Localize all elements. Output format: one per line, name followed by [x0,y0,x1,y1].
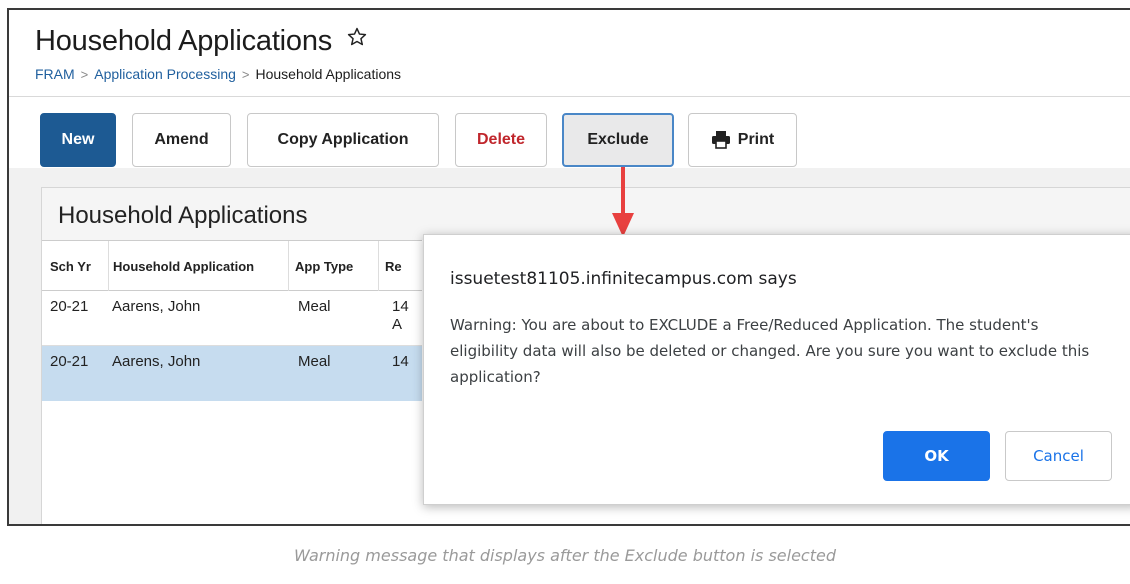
grid-header: Sch Yr Household Application App Type Re [42,240,422,292]
breadcrumb-fram[interactable]: FRAM [35,66,75,82]
print-button-label: Print [737,131,775,148]
page-title: Household Applications [35,23,368,58]
amend-button[interactable]: Amend [132,113,231,167]
column-header-received[interactable]: Re [378,241,422,292]
cell-received: 14 A [392,298,409,333]
cell-received: 14 [392,353,409,370]
app-screenshot-frame: Household Applications FRAM > Application … [7,8,1130,526]
cancel-button[interactable]: Cancel [1005,431,1112,481]
new-button[interactable]: New [40,113,116,167]
printer-icon [711,131,730,149]
column-header-household-application[interactable]: Household Application [108,241,278,292]
table-row[interactable]: 20-21 Aarens, John Meal 14 A [42,291,422,346]
breadcrumb-household-applications: Household Applications [255,66,402,82]
panel-title-bar: Household Applications [42,188,1130,240]
dialog-message: Warning: You are about to EXCLUDE a Free… [450,316,1090,386]
page-header: Household Applications FRAM > Application … [9,10,1130,96]
breadcrumb-separator: > [241,67,250,82]
cell-app-type: Meal [298,298,331,315]
cell-household: Aarens, John [112,353,201,370]
breadcrumb-application-processing[interactable]: Application Processing [94,66,236,82]
cell-app-type: Meal [298,353,331,370]
star-outline-icon[interactable] [346,23,368,56]
page-title-text: Household Applications [35,25,333,57]
cell-sch-yr: 20-21 [50,298,89,315]
print-button[interactable]: Print [688,113,797,167]
column-header-app-type[interactable]: App Type [288,241,378,292]
delete-button[interactable]: Delete [455,113,547,167]
breadcrumb-separator: > [80,67,89,82]
confirm-dialog: issuetest81105.infinitecampus.com says W… [423,234,1130,505]
ok-button[interactable]: OK [883,431,990,481]
copy-application-button[interactable]: Copy Application [247,113,439,167]
exclude-button[interactable]: Exclude [562,113,674,167]
breadcrumb: FRAM > Application Processing > Household Ap… [35,66,401,82]
cell-household: Aarens, John [112,298,201,315]
column-header-sch-yr[interactable]: Sch Yr [50,241,95,292]
dialog-title: issuetest81105.infinitecampus.com says [450,269,797,289]
figure-caption: Warning message that displays after the … [294,546,836,565]
action-toolbar: New Amend Copy Application Delete Exclud… [9,96,1130,168]
cell-sch-yr: 20-21 [50,353,89,370]
red-arrow-annotation [612,167,634,237]
panel-title: Household Applications [58,202,308,229]
table-row-selected[interactable]: 20-21 Aarens, John Meal 14 [42,346,422,401]
